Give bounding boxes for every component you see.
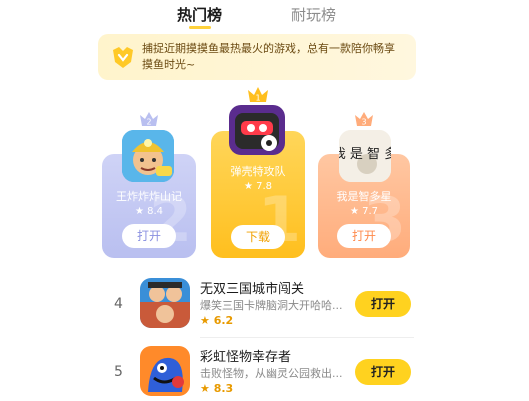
game-title: 无双三国城市闯关 [200,282,305,297]
game-name: 王炸炸炸山记 [116,190,182,203]
open-button[interactable]: 打开 [337,224,391,248]
three-kingdoms-icon [140,278,190,328]
svg-text:我 是 智 多: 我 是 智 多 [339,146,391,162]
rainbow-monster-icon [140,346,190,396]
game-score: ★ 6.2 [200,314,234,327]
svg-text:1: 1 [255,94,260,103]
calligraphy-icon: 我 是 智 多 [339,130,391,182]
game-score: ★ 7.8 [243,181,273,192]
rank-number: 4 [114,296,123,312]
open-button[interactable]: 打开 [355,359,411,385]
rank-number: 5 [114,364,123,380]
silver-crown-icon: 2 [140,112,158,127]
miner-character-icon [122,130,174,182]
tab-hot[interactable]: 热门榜 [177,4,222,25]
hot-list-banner: 捕捉近期摸摸鱼最热最火的游戏，总有一款陪你畅享摸鱼时光~ [98,34,416,80]
open-button[interactable]: 打开 [122,224,176,248]
list-item[interactable]: 4 无双三国城市闯关 爆笑三国卡牌脑洞大开哈哈... ★ 6.2 打开 [108,278,414,336]
svg-text:2: 2 [146,118,151,127]
game-score: ★ 7.7 [349,206,379,217]
game-description: 爆笑三国卡牌脑洞大开哈哈... [200,299,343,312]
helmet-robot-icon [229,105,285,155]
game-score: ★ 8.3 [200,382,234,395]
bronze-crown-icon: 3 [355,112,373,127]
game-description: 击败怪物，从幽灵公园救出... [200,367,343,380]
list-item[interactable]: 5 彩虹怪物幸存者 击败怪物，从幽灵公园救出... ★ 8.3 打开 [108,346,414,401]
game-title: 彩虹怪物幸存者 [200,350,292,365]
row-divider [200,337,414,338]
download-button[interactable]: 下载 [231,225,285,249]
trophy-badge-icon [113,47,133,68]
svg-text:3: 3 [361,118,366,127]
game-score: ★ 8.4 [134,206,164,217]
open-button[interactable]: 打开 [355,291,411,317]
tab-enduring[interactable]: 耐玩榜 [291,4,336,25]
gold-crown-icon: 1 [248,87,268,103]
game-name: 弹壳特攻队 [230,165,286,178]
banner-text: 捕捉近期摸摸鱼最热最火的游戏，总有一款陪你畅享摸鱼时光~ [142,42,395,71]
game-name: 我是智多星 [336,190,392,203]
active-tab-indicator [189,26,211,29]
rank-tabs: 热门榜 耐玩榜 [0,0,529,32]
